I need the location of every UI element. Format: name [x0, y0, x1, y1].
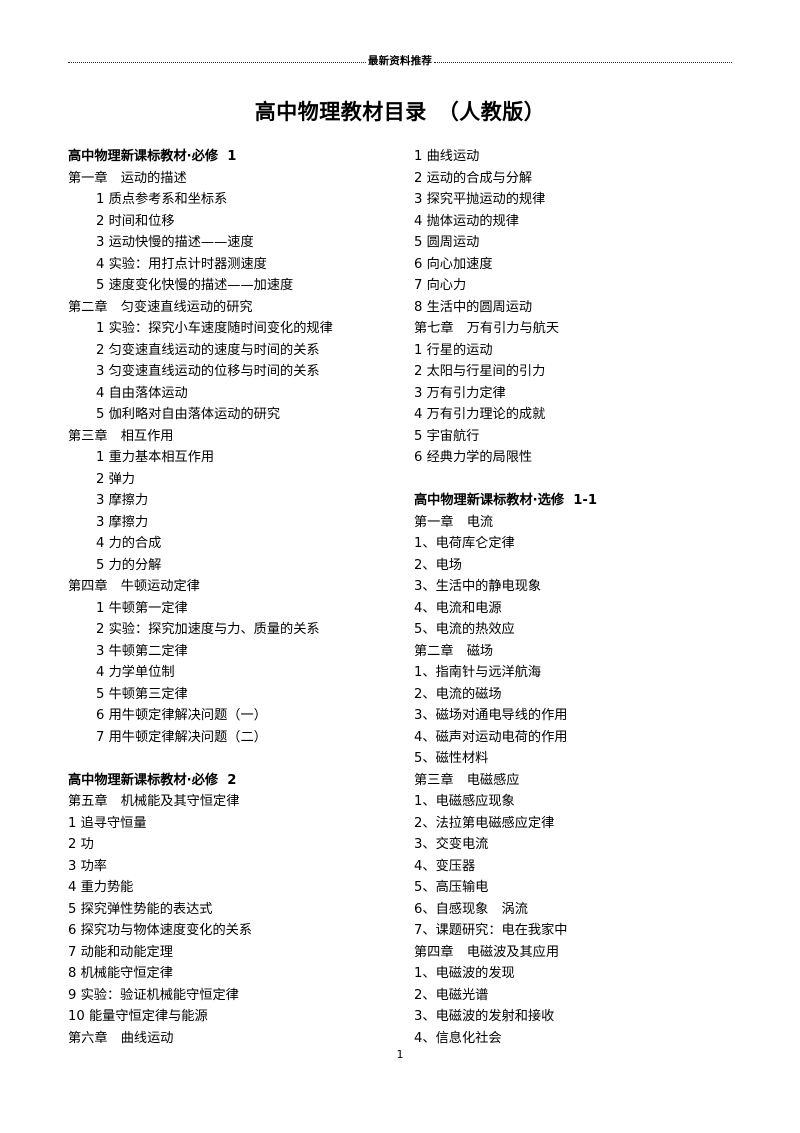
toc-section-item: 3、电磁波的发射和接收 — [414, 1009, 555, 1024]
toc-section-item: 1、电磁波的发现 — [414, 966, 515, 981]
toc-book-heading: 高中物理新课标教材·必修 2 — [68, 772, 237, 788]
toc-chapter-heading: 第二章 磁场 — [414, 643, 494, 659]
toc-chapter-heading: 第一章 电流 — [414, 514, 494, 530]
toc-section-item: 10 能量守恒定律与能源 — [68, 1009, 208, 1024]
toc-book-heading: 高中物理新课标教材·选修 1-1 — [414, 493, 598, 508]
toc-book-heading: 高中物理新课标教材·必修 1 — [68, 149, 237, 164]
toc-section-item: 3、磁场对通电导线的作用 — [414, 708, 568, 723]
toc-section-item: 4 力学单位制 — [96, 665, 175, 680]
toc-section-item: 1 行星的运动 — [414, 342, 493, 358]
toc-section-item: 5 圆周运动 — [414, 235, 480, 250]
page-number: 1 — [396, 1048, 404, 1061]
toc-chapter-heading: 第四章 电磁波及其应用 — [414, 944, 560, 960]
document-page: 最新资料推荐 高中物理教材目录 （人教版） 高中物理新课标教材·必修 1 第一章 … — [0, 0, 800, 1133]
toc-section-item: 3 运动快慢的描述——速度 — [96, 235, 254, 250]
toc-section-item: 2 功 — [68, 837, 94, 852]
toc-column-right: 1 曲线运动 2 运动的合成与分解 3 探究平抛运动的规律 4 抛体运动的规律 5 圆周… — [414, 146, 754, 1049]
toc-section-item: 2 时间和位移 — [96, 213, 175, 229]
toc-section-item: 9 实验：验证机械能守恒定律 — [68, 987, 239, 1003]
toc-section-item: 2 匀变速直线运动的速度与时间的关系 — [96, 342, 320, 358]
toc-section-item: 1 重力基本相互作用 — [96, 450, 215, 465]
toc-section-item: 5、磁性材料 — [414, 751, 489, 766]
toc-section-item: 1 质点参考系和坐标系 — [96, 192, 228, 207]
toc-section-item: 3、生活中的静电现象 — [414, 579, 542, 594]
header-rule-right — [434, 61, 733, 63]
running-header: 最新资料推荐 — [68, 52, 733, 70]
header-label: 最新资料推荐 — [367, 54, 433, 67]
toc-column-left: 高中物理新课标教材·必修 1 第一章 运动的描述 1 质点参考系和坐标系 2 时间和位… — [68, 146, 408, 1049]
toc-section-item: 5 宇宙航行 — [414, 428, 480, 444]
toc-section-item: 6 探究功与物体速度变化的关系 — [68, 923, 253, 938]
toc-section-item: 3 探究平抛运动的规律 — [414, 192, 546, 207]
toc-section-item: 1 实验：探究小车速度随时间变化的规律 — [96, 321, 333, 336]
toc-section-item: 4 实验：用打点计时器测速度 — [96, 256, 267, 272]
toc-chapter-heading: 第三章 电磁感应 — [414, 772, 520, 788]
toc-section-item: 4、磁声对运动电荷的作用 — [414, 729, 568, 745]
toc-chapter-heading: 第一章 运动的描述 — [68, 170, 187, 186]
toc-section-item: 7 向心力 — [414, 278, 467, 293]
toc-section-item: 1、指南针与远洋航海 — [414, 665, 542, 680]
toc-section-item: 2 太阳与行星间的引力 — [414, 364, 546, 379]
toc-spacer — [414, 469, 754, 491]
toc-section-item: 6 向心加速度 — [414, 256, 493, 272]
toc-section-item: 5 探究弹性势能的表达式 — [68, 901, 213, 917]
toc-section-item: 2 运动的合成与分解 — [414, 170, 533, 186]
toc-section-item: 2、电流的磁场 — [414, 686, 502, 702]
toc-section-item: 2 弹力 — [96, 471, 135, 487]
toc-section-item: 6 用牛顿定律解决问题（一） — [96, 708, 267, 723]
toc-section-item: 4 力的合成 — [96, 536, 162, 551]
toc-section-item: 1 牛顿第一定律 — [96, 600, 188, 616]
toc-section-item: 5 速度变化快慢的描述——加速度 — [96, 278, 294, 293]
toc-section-item: 8 机械能守恒定律 — [68, 966, 173, 981]
document-title: 高中物理教材目录 （人教版） — [254, 99, 546, 124]
toc-section-item: 3 万有引力定律 — [414, 385, 506, 401]
toc-section-item: 6、自感现象 涡流 — [414, 901, 528, 917]
toc-section-item: 7、课题研究：电在我家中 — [414, 923, 568, 938]
toc-section-item: 2 实验：探究加速度与力、质量的关系 — [96, 622, 320, 637]
toc-section-item: 7 动能和动能定理 — [68, 944, 173, 960]
toc-section-item: 5 牛顿第三定律 — [96, 686, 188, 702]
toc-section-item: 1、电荷库仑定律 — [414, 536, 515, 551]
toc-section-item: 4 重力势能 — [68, 880, 134, 895]
toc-chapter-heading: 第三章 相互作用 — [68, 428, 174, 444]
toc-section-item: 5 伽利略对自由落体运动的研究 — [96, 407, 281, 422]
toc-section-item: 7 用牛顿定律解决问题（二） — [96, 729, 267, 745]
toc-section-item: 2、电磁光谱 — [414, 987, 489, 1003]
toc-section-item: 3 功率 — [68, 858, 107, 874]
toc-section-item: 4、变压器 — [414, 858, 476, 874]
toc-section-item: 4 抛体运动的规律 — [414, 213, 519, 229]
toc-chapter-heading: 第四章 牛顿运动定律 — [68, 579, 200, 594]
toc-section-item: 2、法拉第电磁感应定律 — [414, 815, 555, 831]
toc-section-item: 5、电流的热效应 — [414, 622, 515, 637]
toc-section-item: 3 牛顿第二定律 — [96, 643, 188, 659]
toc-section-item: 3 摩擦力 — [96, 514, 149, 530]
toc-chapter-heading: 第七章 万有引力与航天 — [414, 321, 560, 336]
toc-section-item: 4 自由落体运动 — [96, 385, 188, 401]
toc-section-item: 8 生活中的圆周运动 — [414, 299, 533, 315]
toc-spacer — [68, 748, 408, 770]
toc-section-item: 4、电流和电源 — [414, 600, 502, 616]
toc-section-item: 3 匀变速直线运动的位移与时间的关系 — [96, 364, 320, 379]
toc-section-item: 2、电场 — [414, 557, 462, 573]
header-rule-left — [68, 61, 366, 63]
toc-chapter-heading: 第六章 曲线运动 — [68, 1030, 174, 1046]
toc-section-item: 6 经典力学的局限性 — [414, 450, 533, 465]
toc-section-item: 4 万有引力理论的成就 — [414, 407, 546, 422]
toc-section-item: 1、电磁感应现象 — [414, 794, 515, 809]
toc-section-item: 5、高压输电 — [414, 880, 489, 895]
toc-section-item: 1 曲线运动 — [414, 149, 480, 164]
toc-section-item: 3、交变电流 — [414, 837, 489, 852]
toc-chapter-heading: 第五章 机械能及其守恒定律 — [68, 794, 240, 809]
toc-section-item: 5 力的分解 — [96, 557, 162, 573]
toc-section-item: 1 追寻守恒量 — [68, 815, 147, 831]
toc-section-item: 4、信息化社会 — [414, 1030, 502, 1046]
toc-chapter-heading: 第二章 匀变速直线运动的研究 — [68, 299, 253, 315]
toc-section-item: 3 摩擦力 — [96, 493, 149, 508]
